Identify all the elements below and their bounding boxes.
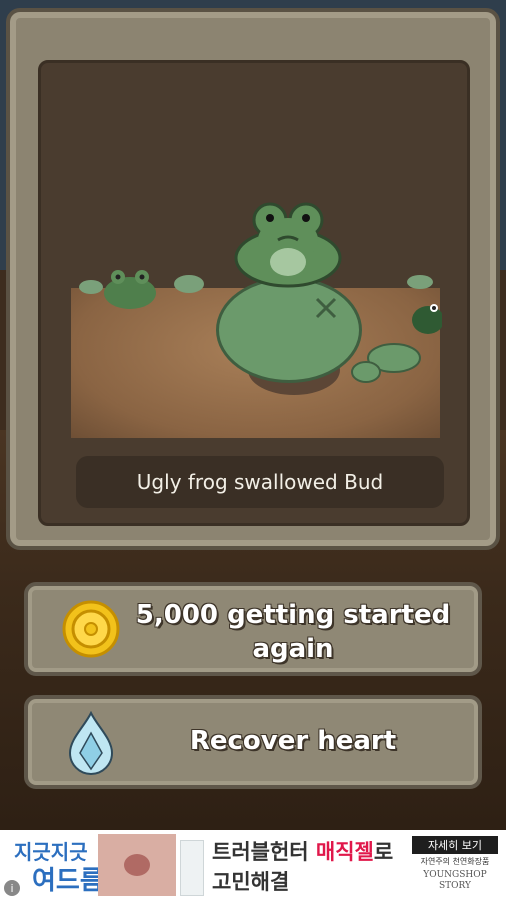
ad-left-line2: 여드름 (32, 866, 104, 896)
ad-brand-line2: STORY (439, 881, 471, 891)
ad-skin-spot (124, 854, 150, 876)
ad-product-image (180, 840, 204, 896)
frog-belly-blob (216, 277, 362, 383)
ad-mid-line2: 고민해결 (212, 870, 290, 894)
restart-label: 5,000 getting started again (123, 598, 463, 666)
recover-label: Recover heart (189, 726, 397, 756)
ad-mid-suffix: 로 (373, 840, 394, 864)
restart-label-line1: 5,000 getting started (135, 600, 451, 630)
small-frog-icon (104, 270, 156, 309)
tiny-frog-icon (407, 275, 433, 289)
ad-brand-line1: YOUNGSHOP (423, 870, 487, 880)
info-icon[interactable]: i (4, 880, 20, 896)
leaf-tail-icon (351, 343, 421, 383)
water-drop-icon (68, 711, 114, 775)
ad-brand: YOUNGSHOP STORY (412, 870, 498, 892)
ad-sub-text: 자연주의 천연화장품 (420, 857, 490, 866)
ad-mid-line1: 트러블헌터 매직젤로 (212, 836, 393, 866)
event-caption: Ugly frog swallowed Bud (76, 456, 444, 508)
coin-icon (62, 600, 120, 658)
ugly-frog-icon (234, 202, 342, 288)
tiny-frog-icon (174, 275, 204, 293)
recover-heart-button[interactable]: Recover heart (24, 695, 482, 789)
tiny-frog-icon (79, 280, 103, 294)
ad-mid-prefix: 트러블헌터 (212, 840, 316, 864)
restart-label-line2: again (252, 634, 334, 664)
x-mark-icon (315, 297, 337, 319)
restart-button[interactable]: 5,000 getting started again (24, 582, 482, 676)
ad-detail-button[interactable]: 자세히 보기 (412, 836, 498, 854)
ad-banner[interactable]: 지긋지긋 여드름 트러블헌터 매직젤로 고민해결 자세히 보기 자연주의 천연화… (0, 830, 506, 900)
ad-mid-highlight: 매직젤 (315, 840, 374, 864)
edge-frog-icon (412, 304, 442, 334)
